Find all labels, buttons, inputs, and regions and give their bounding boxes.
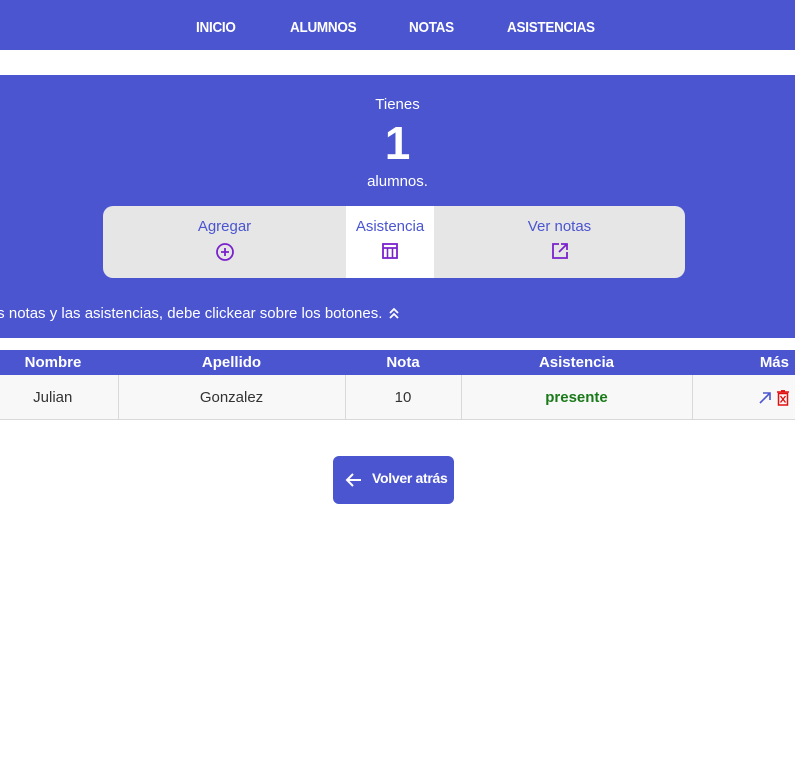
attendance-button[interactable]: Asistencia [346, 206, 434, 278]
external-link-icon [551, 243, 568, 259]
view-grades-label: Ver notas [527, 218, 592, 235]
cell-nota: 10 [345, 375, 462, 420]
header-asistencia: Asistencia [461, 350, 692, 375]
table-header-row: Nombre Apellido Nota Asistencia Más [0, 350, 795, 375]
cell-nombre: Julian [0, 375, 119, 420]
hint-text: ar las notas y las asistencias, debe cli… [0, 305, 383, 322]
double-chevron-up-icon[interactable] [388, 306, 400, 320]
add-student-button[interactable]: Agregar [103, 206, 346, 278]
nav-notas[interactable]: NOTAS [409, 0, 454, 50]
arrow-left-icon [345, 473, 361, 487]
action-button-group: Agregar Asistencia Ver notas [103, 206, 685, 278]
table-row: Julian Gonzalez 10 presente [0, 375, 795, 420]
nav-asistencias[interactable]: ASISTENCIAS [507, 0, 595, 50]
hint-row: ar las notas y las asistencias, debe cli… [0, 305, 400, 322]
plus-circle-icon [215, 243, 234, 261]
attendance-label: Asistencia [355, 218, 425, 235]
back-button-label: Volver atrás [372, 470, 448, 486]
header-nombre: Nombre [0, 350, 118, 375]
nav-alumnos[interactable]: ALUMNOS [290, 0, 357, 50]
count-prefix: Tienes [375, 96, 420, 113]
attendance-status: presente [545, 388, 608, 406]
top-nav: INICIO ALUMNOS NOTAS ASISTENCIAS [0, 0, 795, 50]
student-count: 1 [384, 117, 411, 169]
back-button[interactable]: Volver atrás [333, 456, 454, 504]
table-icon [382, 243, 398, 259]
delete-icon[interactable] [777, 389, 789, 406]
students-table: Nombre Apellido Nota Asistencia Más Juli… [0, 350, 795, 420]
summary-panel: Tienes 1 alumnos. Agregar Asistencia Ver… [0, 75, 795, 338]
header-mas: Más [692, 350, 795, 375]
cell-asistencia: presente [461, 375, 693, 420]
view-grades-button[interactable]: Ver notas [434, 206, 685, 278]
cell-actions [692, 375, 795, 420]
arrow-up-right-icon[interactable] [758, 391, 772, 405]
header-nota: Nota [345, 350, 461, 375]
header-apellido: Apellido [118, 350, 345, 375]
add-student-label: Agregar [197, 218, 252, 235]
cell-apellido: Gonzalez [118, 375, 346, 420]
nav-inicio[interactable]: INICIO [196, 0, 236, 50]
count-suffix: alumnos. [367, 173, 428, 190]
